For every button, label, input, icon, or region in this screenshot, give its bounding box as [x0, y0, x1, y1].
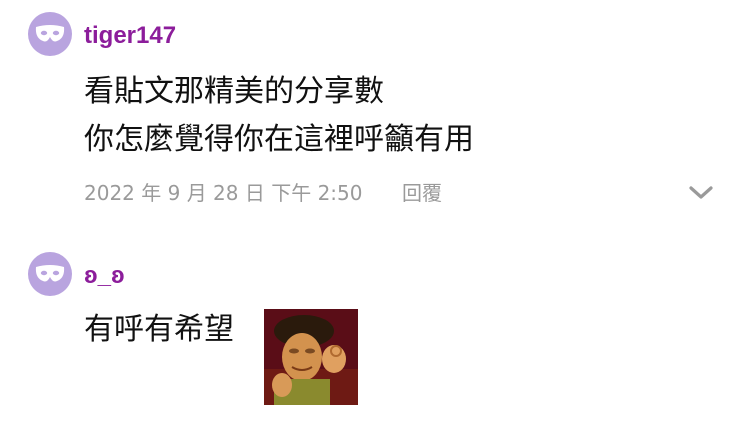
username[interactable]: tiger147 — [84, 22, 176, 50]
comment-text-line: 有呼有希望 — [84, 312, 234, 347]
sticker-art — [264, 309, 358, 405]
comment-text-line: 你怎麼覺得你在這裡呼籲有用 — [84, 122, 474, 157]
chevron-down-icon[interactable] — [688, 185, 714, 201]
mask-icon — [35, 265, 65, 282]
comment-item: tiger147 看貼文那精美的分享數 你怎麼覺得你在這裡呼籲有用 2022 年… — [0, 0, 750, 230]
mask-icon — [35, 25, 65, 42]
comment-item: ʚ_ʚ 有呼有希望 — [0, 230, 750, 433]
reply-button[interactable]: 回覆 — [402, 181, 442, 205]
avatar[interactable] — [28, 12, 72, 56]
avatar[interactable] — [28, 252, 72, 296]
username[interactable]: ʚ_ʚ — [84, 262, 125, 290]
timestamp: 2022 年 9 月 28 日 下午 2:50 — [84, 181, 363, 205]
sticker-image[interactable] — [264, 309, 358, 405]
comment-text-line: 看貼文那精美的分享數 — [84, 74, 384, 109]
